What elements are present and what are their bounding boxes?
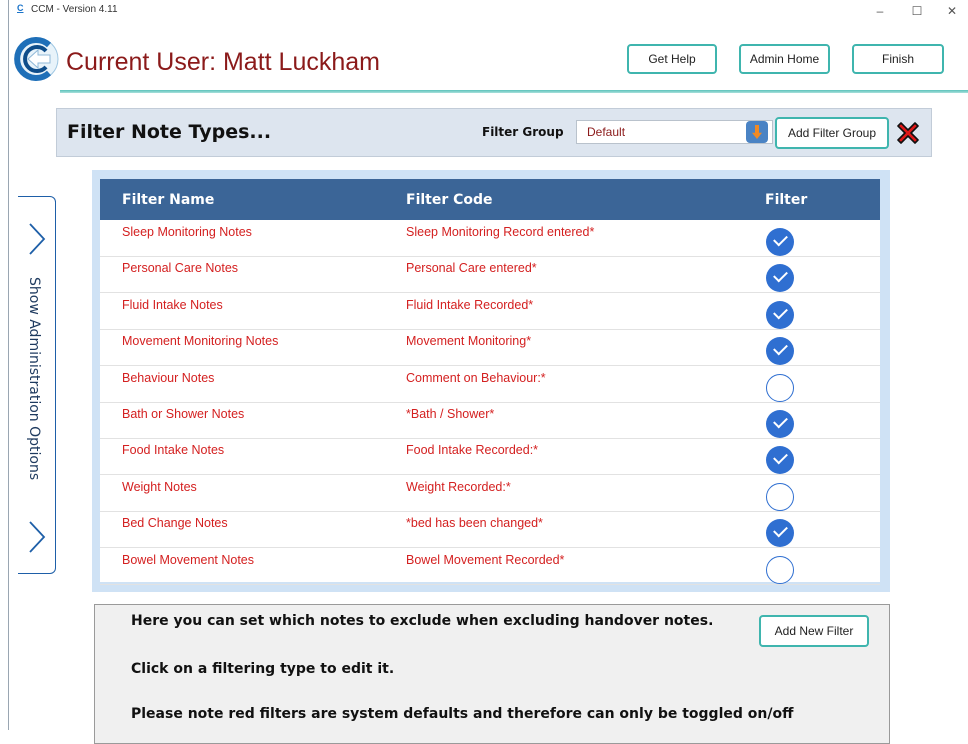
- table-row[interactable]: Fluid Intake Notes Fluid Intake Recorded*: [100, 293, 880, 330]
- app-icon: C: [17, 3, 24, 13]
- maximize-button[interactable]: ☐: [902, 2, 932, 20]
- table-row[interactable]: Weight Notes Weight Recorded:*: [100, 475, 880, 512]
- filter-name-cell: Food Intake Notes: [122, 443, 225, 458]
- filter-code-cell: Bowel Movement Recorded*: [406, 552, 565, 567]
- filter-name-cell: Sleep Monitoring Notes: [122, 225, 252, 239]
- current-user-label: Current User: Matt Luckham: [66, 48, 380, 76]
- table-row[interactable]: Behaviour Notes Comment on Behaviour:*: [100, 366, 880, 403]
- info-line-3: Please note red filters are system defau…: [131, 706, 794, 722]
- delete-icon[interactable]: [894, 119, 922, 147]
- minimize-button[interactable]: –: [865, 2, 895, 20]
- window-title: CCM - Version 4.11: [31, 4, 118, 15]
- unchecked-circle-icon[interactable]: [766, 373, 794, 402]
- filter-code-cell: Personal Care entered*: [406, 261, 537, 276]
- table-row[interactable]: Bowel Movement Notes Bowel Movement Recor…: [100, 548, 880, 585]
- filter-header-panel: Filter Note Types... Filter Group Defaul…: [56, 108, 932, 157]
- filter-name-cell: Behaviour Notes: [122, 370, 215, 385]
- admin-options-tab[interactable]: Show Administration Options: [18, 196, 56, 574]
- filter-code-cell: Fluid Intake Recorded*: [406, 297, 534, 312]
- checked-circle-icon[interactable]: [766, 228, 794, 256]
- filter-code-cell: Weight Recorded:*: [406, 479, 511, 494]
- table-row[interactable]: Sleep Monitoring Notes Sleep Monitoring R…: [100, 220, 880, 257]
- checked-circle-icon[interactable]: [766, 446, 794, 475]
- close-window-button[interactable]: ✕: [937, 2, 967, 20]
- filter-code-cell: *Bath / Shower*: [406, 407, 495, 421]
- filter-code-cell: Comment on Behaviour:*: [406, 370, 546, 385]
- filter-group-select[interactable]: Default: [576, 120, 773, 144]
- filter-code-cell: *bed has been changed*: [406, 516, 543, 531]
- filter-name-cell: Movement Monitoring Notes: [122, 334, 279, 349]
- unchecked-circle-icon[interactable]: [766, 555, 794, 584]
- filter-name-cell: Personal Care Notes: [122, 261, 239, 276]
- filter-code-cell: Sleep Monitoring Record entered*: [406, 225, 595, 239]
- header-divider: [60, 90, 968, 93]
- chevron-right-icon: [29, 223, 46, 255]
- info-panel: Here you can set which notes to exclude …: [94, 604, 890, 744]
- filter-table: Filter Name Filter Code Filter Sleep Mon…: [100, 179, 880, 585]
- filter-code-cell: Food Intake Recorded:*: [406, 443, 539, 458]
- table-row[interactable]: Personal Care Notes Personal Care entered…: [100, 256, 880, 294]
- checked-circle-icon[interactable]: [766, 300, 794, 329]
- chevron-right-icon: [29, 521, 46, 553]
- info-line-2: Click on a filtering type to edit it.: [131, 661, 395, 677]
- admin-options-label: Show Administration Options: [26, 277, 42, 481]
- table-row[interactable]: Food Intake Notes Food Intake Recorded:*: [100, 438, 880, 476]
- filter-name-cell: Fluid Intake Notes: [122, 297, 223, 312]
- filter-group-label: Filter Group: [482, 125, 564, 139]
- filter-code-cell: Movement Monitoring*: [406, 334, 532, 349]
- finish-button[interactable]: Finish: [852, 44, 944, 74]
- title-bar: C CCM - Version 4.11 – ☐ ✕: [9, 0, 968, 22]
- filter-name-cell: Bed Change Notes: [122, 516, 228, 531]
- add-filter-group-button[interactable]: Add Filter Group: [775, 117, 889, 149]
- filter-group-value: Default: [587, 125, 626, 139]
- checked-circle-icon[interactable]: [766, 410, 794, 438]
- filter-name-cell: Weight Notes: [122, 479, 197, 494]
- table-row[interactable]: Bed Change Notes *bed has been changed*: [100, 511, 880, 549]
- column-header-filter-code: Filter Code: [406, 192, 493, 208]
- dropdown-arrow-icon[interactable]: [746, 121, 768, 143]
- page-title: Filter Note Types...: [67, 121, 272, 143]
- table-row[interactable]: Movement Monitoring Notes Movement Monito…: [100, 329, 880, 367]
- get-help-button[interactable]: Get Help: [627, 44, 717, 74]
- table-header: Filter Name Filter Code Filter: [100, 179, 880, 220]
- ccm-logo-icon: [14, 37, 59, 81]
- admin-home-button[interactable]: Admin Home: [739, 44, 830, 74]
- unchecked-circle-icon[interactable]: [766, 482, 794, 511]
- table-row[interactable]: Bath or Shower Notes *Bath / Shower*: [100, 402, 880, 439]
- window-edge: [8, 0, 9, 730]
- filter-name-cell: Bath or Shower Notes: [122, 407, 245, 421]
- filter-name-cell: Bowel Movement Notes: [122, 552, 255, 567]
- filter-table-container: Filter Name Filter Code Filter Sleep Mon…: [92, 170, 890, 592]
- checked-circle-icon[interactable]: [766, 264, 794, 293]
- info-line-1: Here you can set which notes to exclude …: [131, 613, 714, 629]
- column-header-filter-name: Filter Name: [122, 192, 215, 208]
- checked-circle-icon[interactable]: [766, 519, 794, 548]
- column-header-filter: Filter: [765, 192, 808, 208]
- add-new-filter-button[interactable]: Add New Filter: [759, 615, 869, 647]
- checked-circle-icon[interactable]: [766, 337, 794, 366]
- admin-options-label-wrap: Show Administration Options: [20, 277, 54, 497]
